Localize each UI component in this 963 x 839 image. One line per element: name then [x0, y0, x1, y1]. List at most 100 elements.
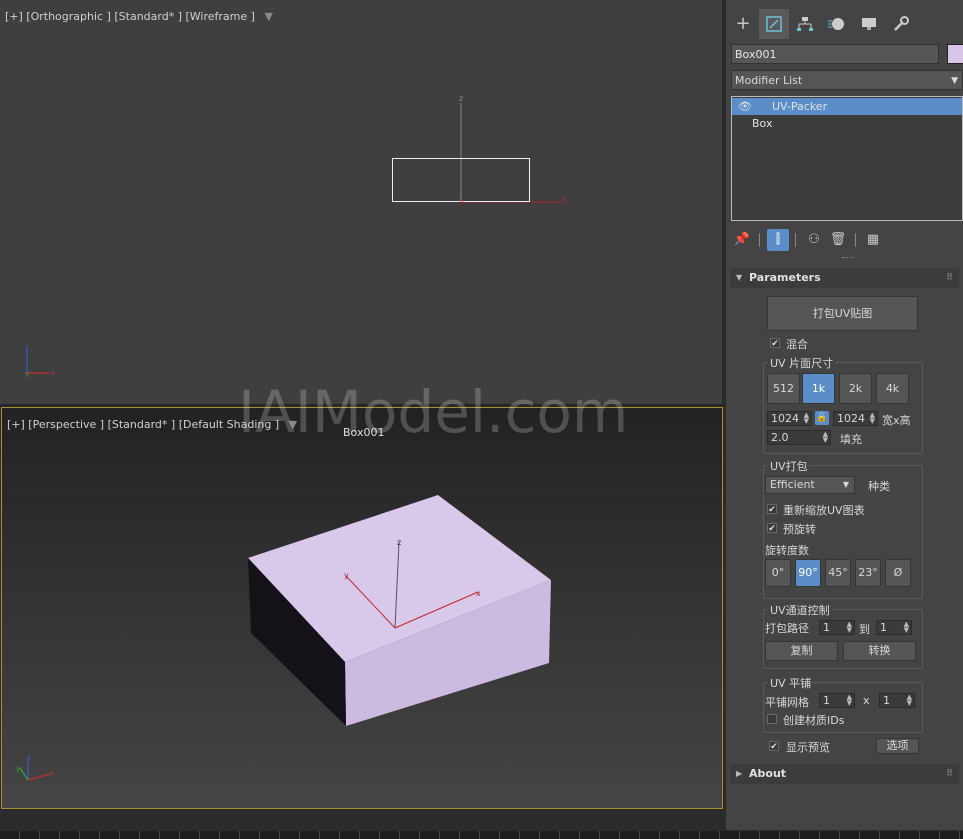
- stack-item-uv-packer[interactable]: 👁 UV-Packer: [732, 98, 962, 115]
- rotate-23-button[interactable]: 23°: [855, 559, 881, 587]
- object-color-swatch[interactable]: [947, 44, 963, 64]
- pack-path-label: 打包路径: [765, 622, 809, 635]
- svg-text:x: x: [50, 769, 54, 777]
- pin-stack-icon[interactable]: 📌: [731, 229, 753, 251]
- tile-x-spinner[interactable]: 1 ▲ ▼: [819, 693, 855, 708]
- configure-modifier-sets-icon[interactable]: ▦: [862, 229, 884, 251]
- tile-x-label: x: [863, 694, 870, 707]
- uv-size-group: UV 片面尺寸 512 1k 2k 4k 1024 ▲ ▼ 🔒 1024 ▲ ▼ 宽x高…: [763, 355, 923, 454]
- prerotate-checkbox[interactable]: ✔: [767, 523, 777, 534]
- width-value: 1024: [771, 412, 799, 425]
- channel-to-spinner[interactable]: 1 ▲ ▼: [876, 620, 912, 635]
- utilities-tab-icon[interactable]: [886, 9, 916, 39]
- top-viewport-scene: z x y z x y: [25, 94, 567, 378]
- collapse-triangle-icon: ▼: [736, 273, 743, 282]
- size-2k-button[interactable]: 2k: [839, 373, 872, 404]
- y-axis-label: y: [344, 571, 349, 580]
- z-axis-label: z: [459, 94, 463, 103]
- channel-from-spinner[interactable]: 1 ▲ ▼: [819, 620, 855, 635]
- stack-toolbar: 📌 ⫿ ⚇ 🗑 ▦: [726, 229, 963, 251]
- mix-checkbox[interactable]: ✔: [770, 338, 780, 349]
- prerotate-label: 预旋转: [783, 523, 816, 536]
- channel-to-label: 到: [859, 623, 870, 636]
- stack-item-box[interactable]: Box: [732, 115, 962, 132]
- drag-handle-icon[interactable]: ⠿: [946, 764, 953, 784]
- resize-handle[interactable]: [842, 257, 854, 261]
- pack-method-label: 种类: [868, 480, 890, 493]
- rescale-checkbox[interactable]: ✔: [767, 504, 777, 515]
- rotation-label: 旋转度数: [765, 544, 809, 557]
- y-axis-label: y: [459, 197, 464, 206]
- command-panel: + Box001 Modifier List ▼ 👁 UV-Packer Box: [726, 0, 963, 830]
- axis-gizmo: z x y: [16, 753, 54, 781]
- svg-text:y: y: [16, 765, 20, 773]
- rotate-90-button[interactable]: 90°: [795, 559, 821, 587]
- remove-modifier-icon[interactable]: 🗑: [827, 229, 849, 251]
- material-ids-checkbox[interactable]: [767, 714, 777, 724]
- drag-handle-icon[interactable]: ⠿: [946, 268, 953, 288]
- group-title: UV 片面尺寸: [768, 355, 836, 371]
- create-tab-icon[interactable]: +: [728, 9, 758, 39]
- uv-pack-group: UV打包 Efficient ▼ 种类 ✔ 重新缩放UV图表 ✔ 预旋转 旋转度…: [763, 458, 923, 599]
- rotate-45-button[interactable]: 45°: [825, 559, 851, 587]
- show-preview-label: 显示预览: [786, 741, 830, 754]
- show-preview-checkbox[interactable]: ✔: [769, 741, 779, 752]
- motion-tab-icon[interactable]: [822, 9, 852, 39]
- top-orthographic-viewport[interactable]: [+] [Orthographic ] [Standard* ] [Wirefr…: [0, 0, 723, 406]
- copy-button[interactable]: 复制: [765, 641, 838, 661]
- tile-grid-label: 平铺网格: [765, 696, 809, 709]
- uv-tile-group: UV 平铺 平铺网格 1 ▲ ▼ x 1 ▲ ▼ 创建材质IDs: [763, 675, 923, 733]
- height-spinner[interactable]: 1024 ▲ ▼: [833, 411, 878, 426]
- about-rollout-header[interactable]: ▶ About ⠿: [730, 764, 959, 784]
- make-unique-icon[interactable]: ⚇: [803, 229, 825, 251]
- rescale-label: 重新缩放UV图表: [783, 504, 865, 517]
- x-axis-label: x: [476, 589, 481, 598]
- chevron-down-icon: ▼: [951, 76, 958, 86]
- options-button[interactable]: 选项: [876, 738, 919, 754]
- size-1k-button[interactable]: 1k: [802, 373, 835, 404]
- eye-icon[interactable]: 👁: [738, 98, 752, 115]
- rotate-0-button[interactable]: 0°: [765, 559, 791, 587]
- lock-icon[interactable]: 🔒: [815, 411, 829, 425]
- padding-value: 2.0: [771, 431, 789, 444]
- convert-button[interactable]: 转换: [843, 641, 916, 661]
- rollout-title: Parameters: [749, 271, 821, 284]
- modify-tab-icon[interactable]: [759, 9, 789, 39]
- pack-method-dropdown[interactable]: Efficient ▼: [765, 476, 855, 494]
- chevron-down-icon: ▼: [842, 480, 849, 489]
- group-title: UV通道控制: [768, 602, 832, 618]
- channel-from-value: 1: [823, 621, 830, 634]
- width-spinner[interactable]: 1024 ▲ ▼: [767, 411, 812, 426]
- perspective-viewport[interactable]: [+] [Perspective ] [Standard* ] [Default…: [1, 407, 723, 809]
- x-axis-label: x: [562, 195, 567, 204]
- width-height-label: 宽x高: [882, 414, 911, 427]
- material-ids-label: 创建材质IDs: [783, 714, 845, 727]
- padding-label: 填充: [840, 433, 862, 446]
- show-end-result-icon[interactable]: ⫿: [767, 229, 789, 251]
- group-title: UV打包: [768, 458, 810, 474]
- svg-text:y: y: [25, 370, 29, 378]
- modifier-stack[interactable]: 👁 UV-Packer Box: [731, 96, 963, 221]
- stack-item-label: UV-Packer: [772, 100, 828, 113]
- rollout-title: About: [749, 767, 787, 780]
- svg-text:x: x: [51, 369, 55, 377]
- pack-method-value: Efficient: [770, 478, 815, 491]
- hierarchy-tab-icon[interactable]: [790, 9, 820, 39]
- pack-uv-button[interactable]: 打包UV贴图: [767, 296, 918, 331]
- size-512-button[interactable]: 512: [767, 373, 800, 404]
- parameters-rollout-header[interactable]: ▼ Parameters ⠿: [730, 268, 959, 288]
- svg-text:z: z: [27, 753, 31, 761]
- tile-y-spinner[interactable]: 1 ▲ ▼: [879, 693, 915, 708]
- modifier-list-dropdown[interactable]: Modifier List ▼: [731, 70, 963, 90]
- perspective-scene: z x y z x y: [16, 495, 551, 781]
- display-tab-icon[interactable]: [854, 9, 884, 39]
- command-panel-tabs: +: [726, 9, 963, 39]
- object-name-field[interactable]: Box001: [731, 44, 939, 64]
- channel-to-value: 1: [880, 621, 887, 634]
- timeline-ruler[interactable]: [0, 831, 963, 839]
- expand-triangle-icon: ▶: [736, 769, 743, 778]
- padding-spinner[interactable]: 2.0 ▲ ▼: [767, 430, 831, 445]
- modifier-list-label: Modifier List: [735, 74, 803, 87]
- rotate-free-button[interactable]: Ø: [885, 559, 911, 587]
- size-4k-button[interactable]: 4k: [876, 373, 909, 404]
